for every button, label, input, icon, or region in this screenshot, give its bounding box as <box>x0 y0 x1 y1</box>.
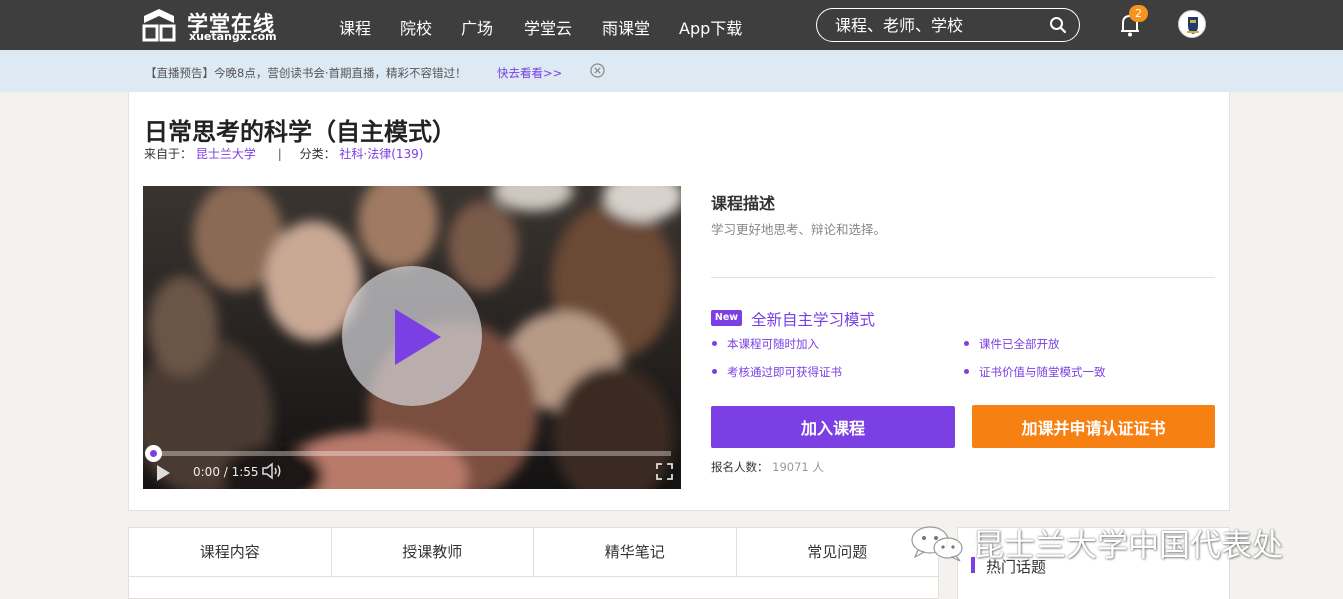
tab-featured-notes[interactable]: 精华笔记 <box>534 528 737 576</box>
nav-item-rain-classroom[interactable]: 雨课堂 <box>602 15 650 39</box>
video-player[interactable]: 0:00 / 1:55 <box>143 186 681 489</box>
category-link[interactable]: 社科·法律(139) <box>339 147 423 161</box>
tab-content-panel <box>128 577 939 599</box>
logo-name-en: xuetangx.com <box>189 30 277 43</box>
close-announcement-icon[interactable] <box>590 63 605 78</box>
video-progress-handle[interactable] <box>145 445 162 462</box>
fullscreen-icon[interactable] <box>656 463 673 480</box>
play-control-icon[interactable] <box>157 465 170 481</box>
self-paced-mode-title: 全新自主学习模式 <box>751 311 876 329</box>
play-video-button[interactable] <box>342 266 482 406</box>
avatar-crest-icon <box>1187 17 1199 34</box>
join-and-apply-certificate-button[interactable]: 加课并申请认证证书 <box>972 405 1215 448</box>
watermark-text: 昆士兰大学中国代表处 <box>973 528 1283 564</box>
nav-item-courses[interactable]: 课程 <box>339 15 371 39</box>
nav-item-schools[interactable]: 院校 <box>400 15 432 39</box>
description-title: 课程描述 <box>711 194 776 213</box>
search-input[interactable] <box>835 15 1040 35</box>
announcement-bar: 【直播预告】今晚8点，营创读书会·首期直播，精彩不容错过！ 快去看看>> <box>0 50 1343 92</box>
feature-item: 课件已全部开放 <box>964 337 1060 351</box>
enrollment-count: 报名人数： 19071 人 <box>711 459 824 475</box>
video-progress-bar[interactable] <box>153 451 671 456</box>
search-box <box>816 8 1080 42</box>
description-text: 学习更好地思考、辩论和选择。 <box>711 222 887 237</box>
announcement-text: 【直播预告】今晚8点，营创读书会·首期直播，精彩不容错过！ <box>145 66 467 80</box>
site-logo[interactable]: 学堂在线 xuetangx.com <box>141 5 286 45</box>
volume-icon[interactable] <box>261 461 283 481</box>
video-time: 0:00 / 1:55 <box>193 465 259 479</box>
notification-count-badge: 2 <box>1129 5 1148 22</box>
category-label: 分类： <box>299 147 336 161</box>
nav-item-app-download[interactable]: App下载 <box>679 15 742 39</box>
wechat-icon <box>911 526 963 562</box>
divider <box>711 277 1215 278</box>
nav-item-plaza[interactable]: 广场 <box>461 15 493 39</box>
tab-instructors[interactable]: 授课教师 <box>332 528 534 576</box>
join-course-button[interactable]: 加入课程 <box>711 406 955 448</box>
feature-item: 证书价值与随堂模式一致 <box>964 365 1106 379</box>
top-navigation-bar: 学堂在线 xuetangx.com 课程 院校 广场 学堂云 雨课堂 App下载… <box>0 0 1343 50</box>
source-university-link[interactable]: 昆士兰大学 <box>196 147 256 161</box>
course-tabs: 课程内容 授课教师 精华笔记 常见问题 <box>128 527 939 577</box>
search-icon[interactable] <box>1049 16 1067 34</box>
user-avatar[interactable] <box>1178 10 1206 38</box>
nav-item-xuetang-cloud[interactable]: 学堂云 <box>524 15 572 39</box>
feature-item: 本课程可随时加入 <box>712 337 819 351</box>
enrollment-label: 报名人数： <box>711 460 769 474</box>
source-label: 来自于： <box>144 147 193 161</box>
meta-separator: | <box>277 147 282 161</box>
tab-course-content[interactable]: 课程内容 <box>129 528 332 576</box>
feature-item: 考核通过即可获得证书 <box>712 365 842 379</box>
course-title: 日常思考的科学（自主模式） <box>144 118 456 146</box>
course-meta: 来自于： 昆士兰大学 | 分类： 社科·法律(139) <box>144 145 424 162</box>
enrollment-value: 19071 人 <box>772 460 824 474</box>
new-badge: New <box>711 310 742 326</box>
announcement-link[interactable]: 快去看看>> <box>497 65 562 81</box>
play-icon <box>395 309 441 365</box>
logo-icon <box>142 9 176 42</box>
